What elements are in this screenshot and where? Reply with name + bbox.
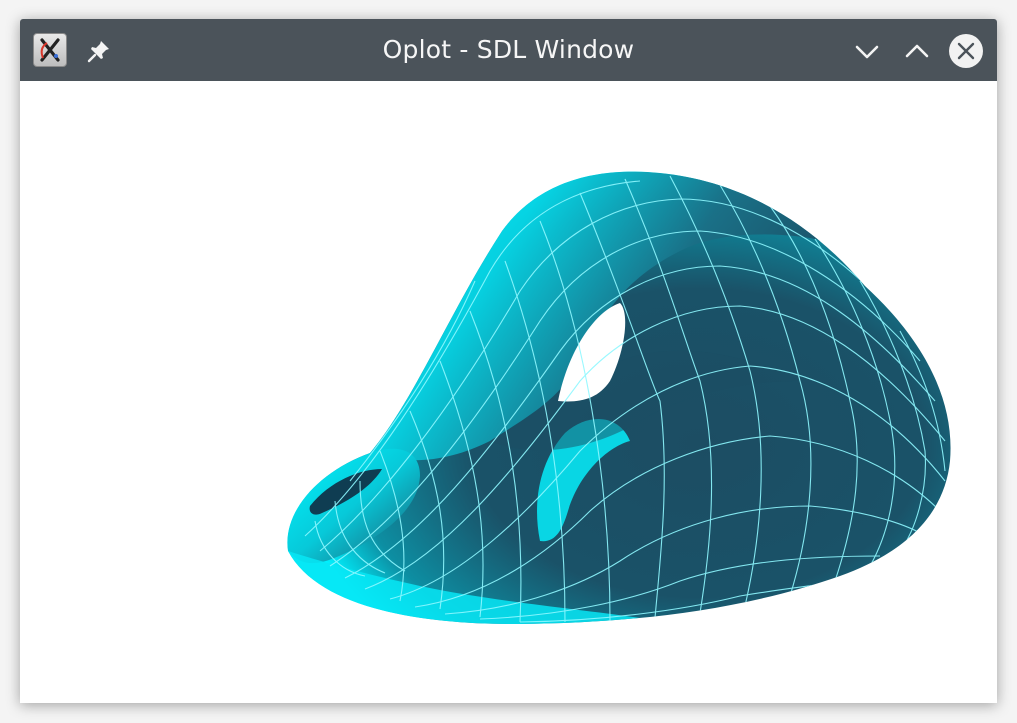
chevron-down-icon[interactable] (849, 33, 885, 69)
app-window: Oplot - SDL Window (20, 19, 997, 703)
chevron-up-icon[interactable] (899, 33, 935, 69)
close-icon[interactable] (948, 33, 984, 69)
title-bar[interactable]: Oplot - SDL Window (20, 19, 997, 81)
surface-plot (287, 171, 951, 625)
plot-canvas[interactable] (20, 81, 997, 703)
